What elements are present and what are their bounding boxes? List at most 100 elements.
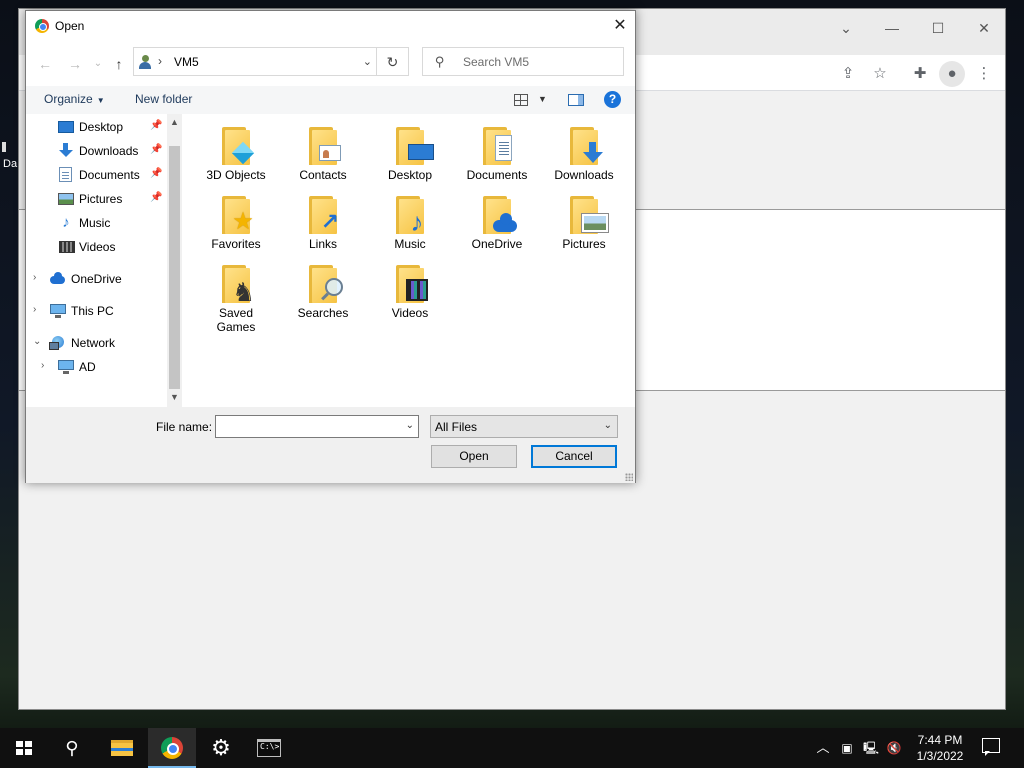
file-item-3d-objects[interactable]: 3D Objects [194, 116, 278, 182]
pin-icon[interactable]: 📌 [150, 168, 162, 179]
breadcrumb-vm5[interactable]: VM5 [174, 55, 199, 69]
file-item-pictures[interactable]: Pictures [542, 185, 626, 251]
address-bar[interactable]: › VM5 ⌄ [133, 47, 377, 76]
nav-item-music[interactable]: ♪ Music [26, 212, 168, 234]
help-icon[interactable]: ? [604, 91, 621, 108]
pictures-folder-icon [570, 196, 609, 234]
up-button[interactable]: ↑ [110, 55, 128, 73]
organize-button[interactable]: Organize ▼ [44, 92, 105, 106]
nav-pane-scrollbar[interactable]: ▲ ▼ [167, 114, 182, 407]
volume-muted-icon[interactable]: 🔇 [884, 728, 904, 768]
expand-chevron-icon[interactable]: › [33, 304, 36, 315]
dialog-titlebar[interactable]: Open ✕ [26, 11, 635, 42]
nav-item-network[interactable]: ⌄ Network [26, 332, 168, 354]
folder-icon [111, 740, 133, 756]
forward-button[interactable]: → [66, 55, 84, 73]
dialog-close-button[interactable]: ✕ [605, 11, 635, 41]
notification-center-icon[interactable] [982, 738, 1000, 756]
nav-item-label: Desktop [79, 120, 124, 134]
desktop-shortcut-stub[interactable]: Da [0, 142, 18, 180]
chrome-icon [161, 737, 183, 759]
preview-pane-icon[interactable] [568, 94, 584, 106]
file-item-videos[interactable]: Videos [368, 254, 452, 320]
nav-item-pictures[interactable]: Pictures 📌 [26, 188, 168, 210]
nav-item-onedrive[interactable]: › OneDrive [26, 268, 168, 290]
nav-item-label: Videos [79, 240, 116, 254]
nav-item-documents[interactable]: Documents 📌 [26, 164, 168, 186]
file-item-onedrive[interactable]: OneDrive [455, 185, 539, 251]
close-button[interactable]: ✕ [969, 17, 999, 39]
profile-icon[interactable]: ● [939, 61, 965, 87]
file-item-searches[interactable]: Searches [281, 254, 365, 320]
chevron-down-icon[interactable]: ⌄ [363, 55, 372, 68]
favorites-icon: ★ [222, 196, 254, 234]
search-button[interactable]: ⚲ [48, 728, 96, 768]
organize-label: Organize [44, 92, 93, 106]
extensions-icon[interactable]: ✚ [907, 61, 933, 87]
tab-search-button[interactable]: ⌄ [831, 17, 861, 39]
maximize-button[interactable]: ☐ [923, 17, 953, 39]
chrome-taskbar-button[interactable] [148, 728, 196, 768]
start-button[interactable] [0, 728, 48, 768]
pin-icon[interactable]: 📌 [150, 192, 162, 203]
search-input[interactable] [461, 52, 616, 72]
view-options-caret-icon[interactable]: ▼ [538, 94, 547, 104]
terminal-button[interactable]: C:\> [245, 728, 293, 768]
taskbar-clock[interactable]: 7:44 PM 1/3/2022 [905, 732, 975, 764]
recent-locations-button[interactable]: ⌄ [89, 55, 107, 73]
settings-button[interactable]: ⚙ [197, 728, 245, 768]
minimize-button[interactable]: — [877, 17, 907, 39]
clock-time: 7:44 PM [917, 733, 963, 747]
nav-item-label: This PC [71, 304, 114, 318]
pin-icon[interactable]: 📌 [150, 144, 162, 155]
open-button[interactable]: Open [431, 445, 517, 468]
nav-item-downloads[interactable]: Downloads 📌 [26, 140, 168, 162]
star-icon[interactable]: ☆ [867, 61, 893, 87]
file-item-links[interactable]: ↗ Links [281, 185, 365, 251]
security-alert-icon[interactable]: ▣ [838, 728, 856, 768]
cancel-button[interactable]: Cancel [531, 445, 617, 468]
nav-item-label: Network [71, 336, 116, 350]
desktop-icon [58, 121, 74, 133]
file-name-combobox[interactable]: ⌄ [215, 415, 419, 438]
file-item-documents[interactable]: Documents [455, 116, 539, 182]
refresh-button[interactable]: ↻ [377, 47, 409, 76]
chevron-down-icon[interactable]: ⌄ [406, 420, 414, 431]
share-icon[interactable]: ⇪ [835, 61, 861, 87]
file-item-desktop[interactable]: Desktop [368, 116, 452, 182]
file-item-contacts[interactable]: Contacts [281, 116, 365, 182]
collapse-chevron-icon[interactable]: ⌄ [33, 336, 41, 347]
file-item-favorites[interactable]: ★ Favorites [194, 185, 278, 251]
clock-date: 1/3/2022 [916, 749, 964, 763]
change-view-icon[interactable] [514, 94, 528, 106]
network-status-icon[interactable]: 🖳 [862, 728, 880, 768]
nav-item-videos[interactable]: Videos [26, 236, 168, 258]
file-item-saved-games[interactable]: ♞ Saved Games [194, 254, 278, 334]
scroll-up-icon[interactable]: ▲ [170, 117, 179, 127]
omnibox[interactable] [619, 61, 824, 87]
pin-icon[interactable]: 📌 [150, 120, 162, 131]
nav-item-ad[interactable]: › AD [26, 356, 168, 378]
file-item-downloads[interactable]: Downloads [542, 116, 626, 182]
file-item-name: Saved Games [216, 306, 256, 334]
scrollbar-thumb[interactable] [169, 146, 180, 389]
back-button[interactable]: ← [36, 55, 54, 73]
dialog-footer: File name: ⌄ All Files ⌄ Open Cancel [26, 407, 635, 483]
nav-item-desktop[interactable]: Desktop 📌 [26, 116, 168, 138]
nav-item-label: Documents [79, 168, 140, 182]
file-type-select[interactable]: All Files ⌄ [430, 415, 618, 438]
show-hidden-icons-chevron-icon[interactable]: ︿ [814, 728, 832, 768]
nav-item-this-pc[interactable]: › This PC [26, 300, 168, 322]
dialog-title: Open [55, 19, 85, 33]
file-explorer-button[interactable] [98, 728, 146, 768]
documents-icon [59, 167, 72, 182]
resize-grip[interactable] [625, 473, 633, 481]
file-item-music[interactable]: ♪ Music [368, 185, 452, 251]
scroll-down-icon[interactable]: ▼ [170, 392, 179, 402]
expand-chevron-icon[interactable]: › [41, 360, 44, 371]
file-name-input[interactable] [219, 418, 399, 435]
new-folder-button[interactable]: New folder [135, 92, 192, 106]
search-box[interactable]: ⚲ [422, 47, 624, 76]
menu-icon[interactable]: ⋮ [971, 61, 997, 87]
expand-chevron-icon[interactable]: › [33, 272, 36, 283]
